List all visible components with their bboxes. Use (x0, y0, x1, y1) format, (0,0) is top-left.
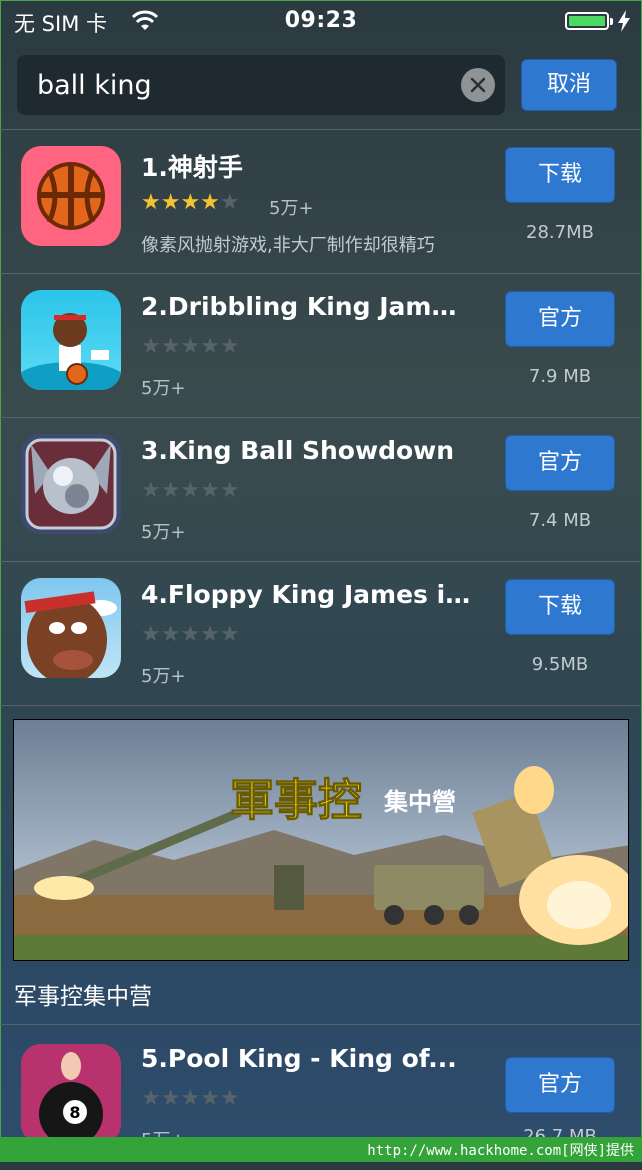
cancel-button[interactable]: 取消 (521, 59, 617, 111)
eight-ball-icon: 8 (21, 1044, 121, 1144)
banner-caption: 军事控集中营 (14, 984, 152, 1010)
result-row[interactable]: 1.神射手 ★★★★★ 5万+ 像素风抛射游戏,非大厂制作却很精巧 下载 28.… (0, 130, 642, 274)
rating-stars: ★★★★★ (141, 1086, 240, 1111)
official-button[interactable]: 官方 (505, 1057, 615, 1113)
basketball-icon (21, 146, 121, 246)
pinball-icon (21, 434, 121, 534)
app-title[interactable]: 4.Floppy King James i... (141, 580, 471, 609)
download-count: 5万+ (141, 522, 186, 543)
download-count: 5万+ (141, 666, 186, 687)
file-size: 28.7MB (526, 222, 594, 243)
search-input[interactable] (37, 55, 457, 115)
rating-stars: ★★★★★ (141, 622, 240, 647)
divider (0, 705, 642, 706)
app-title[interactable]: 1.神射手 (141, 148, 471, 184)
clear-search-button[interactable] (461, 68, 495, 102)
rating-stars: ★★★★★ (141, 478, 240, 503)
app-description: 像素风抛射游戏,非大厂制作却很精巧 (141, 235, 435, 256)
close-icon (470, 77, 486, 93)
rating-stars: ★★★★★ (141, 190, 240, 215)
app-title[interactable]: 5.Pool King - King of... (141, 1044, 471, 1073)
app-title[interactable]: 3.King Ball Showdown (141, 436, 471, 465)
result-row[interactable]: 2.Dribbling King James... ★★★★★ 5万+ 官方 7… (0, 274, 642, 418)
rating-stars: ★★★★★ (141, 334, 240, 359)
basketball-player-icon (21, 290, 121, 390)
banner-image (14, 720, 628, 960)
download-count: 5万+ (141, 378, 186, 399)
watermark-bar: http://www.hackhome.com[网侠]提供 (0, 1137, 642, 1162)
clock: 09:23 (284, 8, 358, 33)
official-button[interactable]: 官方 (505, 435, 615, 491)
status-bar: 无 SIM 卡 09:23 (0, 0, 642, 42)
file-size: 7.9 MB (528, 366, 592, 387)
download-count: 5万+ (269, 198, 314, 219)
result-row[interactable]: 4.Floppy King James i... ★★★★★ 5万+ 下载 9.… (0, 562, 642, 706)
banner-subheadline: 集中營 (384, 787, 456, 816)
banner-headline: 軍事控 (230, 775, 363, 827)
battery-icon (565, 12, 613, 30)
promo-banner[interactable]: 軍事控 集中營 (13, 719, 629, 961)
cartoon-face-icon (21, 578, 121, 678)
svg-text:8: 8 (69, 1103, 80, 1122)
divider (0, 1024, 642, 1025)
download-button[interactable]: 下载 (505, 147, 615, 203)
charging-icon (618, 10, 630, 32)
file-size: 7.4 MB (528, 510, 592, 531)
watermark-text: http://www.hackhome.com[网侠]提供 (367, 1143, 634, 1159)
download-button[interactable]: 下载 (505, 579, 615, 635)
file-size: 9.5MB (531, 654, 589, 675)
app-title[interactable]: 2.Dribbling King James... (141, 292, 471, 321)
official-button[interactable]: 官方 (505, 291, 615, 347)
search-field[interactable] (17, 55, 505, 115)
result-row[interactable]: 3.King Ball Showdown ★★★★★ 5万+ 官方 7.4 MB (0, 418, 642, 562)
